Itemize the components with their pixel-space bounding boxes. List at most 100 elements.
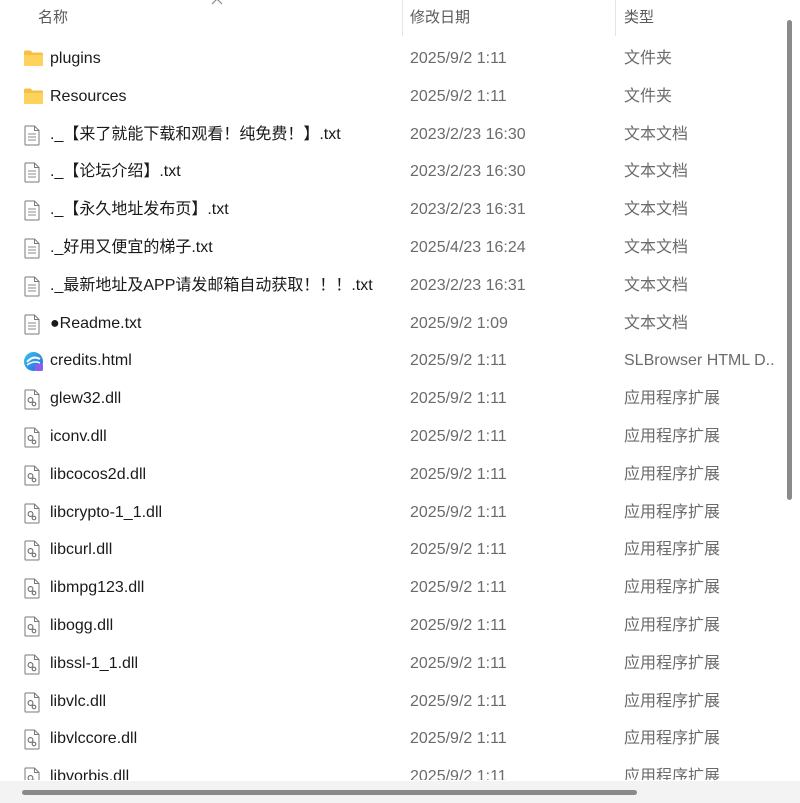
- file-type: 文本文档: [624, 201, 689, 219]
- column-divider[interactable]: [615, 0, 616, 36]
- file-name: libvlccore.dll: [50, 730, 138, 748]
- file-modified-date: 2025/9/2 1:11: [410, 768, 507, 780]
- file-name: ._【论坛介绍】.txt: [50, 163, 181, 181]
- file-row[interactable]: plugins 2025/9/2 1:11 文件夹: [0, 40, 778, 78]
- file-type: 应用程序扩展: [624, 465, 721, 483]
- file-modified-date: 2025/9/2 1:11: [410, 503, 507, 521]
- file-name: libvorbis.dll: [50, 768, 130, 780]
- text-file-icon: [23, 276, 43, 297]
- file-row[interactable]: libcurl.dll 2025/9/2 1:11 应用程序扩展: [0, 531, 778, 569]
- file-row[interactable]: ._【来了就能下载和观看！纯免费！】.txt 2023/2/23 16:30 文本文…: [0, 116, 778, 154]
- file-type: 应用程序扩展: [624, 428, 721, 445]
- file-modified-date: 2025/9/2 1:11: [410, 465, 507, 483]
- file-name: iconv.dll: [50, 428, 107, 445]
- file-row[interactable]: Resources 2025/9/2 1:11 文件夹: [0, 78, 778, 116]
- file-row[interactable]: libcocos2d.dll 2025/9/2 1:11 应用程序扩展: [0, 456, 778, 494]
- file-type: 文本文档: [624, 125, 689, 143]
- dll-file-icon: [23, 427, 43, 448]
- column-header-name[interactable]: 名称: [38, 0, 398, 36]
- file-name: glew32.dll: [50, 390, 122, 408]
- text-file-icon: [23, 238, 43, 259]
- dll-file-icon: [23, 465, 43, 486]
- file-modified-date: 2025/9/2 1:11: [410, 692, 507, 710]
- file-type: 应用程序扩展: [624, 692, 721, 710]
- dll-file-icon: [23, 540, 43, 561]
- file-type: 应用程序扩展: [624, 654, 721, 672]
- file-name: plugins: [50, 50, 101, 67]
- file-name: ●Readme.txt: [50, 314, 142, 332]
- file-row[interactable]: ._最新地址及APP请发邮箱自动获取！！！.txt 2023/2/23 16:31…: [0, 267, 778, 305]
- text-file-icon: [23, 200, 43, 221]
- file-row[interactable]: libogg.dll 2025/9/2 1:11 应用程序扩展: [0, 607, 778, 645]
- dll-file-icon: [23, 654, 43, 675]
- file-name: ._好用又便宜的梯子.txt: [50, 239, 213, 256]
- file-name: credits.html: [50, 352, 132, 370]
- column-divider[interactable]: [402, 0, 403, 36]
- file-name: ._【来了就能下载和观看！纯免费！】.txt: [50, 125, 341, 143]
- file-explorer-list: 名称 修改日期 类型 plugins 2025/9/2 1:11 文件夹 Resour…: [0, 0, 800, 803]
- horizontal-scrollbar-thumb[interactable]: [22, 790, 637, 795]
- file-modified-date: 2025/9/2 1:11: [410, 654, 507, 672]
- folder-icon: [23, 87, 43, 107]
- file-modified-date: 2025/9/2 1:11: [410, 617, 507, 634]
- file-name: libcrypto-1_1.dll: [50, 503, 163, 521]
- file-name: libogg.dll: [50, 617, 114, 634]
- file-type: 文本文档: [624, 239, 689, 256]
- file-row[interactable]: credits.html 2025/9/2 1:11 SLBrowser HTML …: [0, 342, 778, 380]
- dll-file-icon: [23, 389, 43, 410]
- file-type: 文本文档: [624, 314, 689, 332]
- column-header-date[interactable]: 修改日期: [410, 0, 610, 36]
- dll-file-icon: [23, 692, 43, 713]
- file-row[interactable]: libvorbis.dll 2025/9/2 1:11 应用程序扩展: [0, 758, 778, 780]
- file-type: 应用程序扩展: [624, 730, 721, 748]
- dll-file-icon: [23, 578, 43, 599]
- file-type: 应用程序扩展: [624, 541, 721, 559]
- column-header-type[interactable]: 类型: [624, 0, 774, 36]
- file-row[interactable]: libssl-1_1.dll 2025/9/2 1:11 应用程序扩展: [0, 645, 778, 683]
- file-modified-date: 2025/9/2 1:11: [410, 541, 507, 559]
- file-name: libmpg123.dll: [50, 579, 145, 597]
- file-type: 文本文档: [624, 276, 689, 294]
- browser-html-icon: [23, 351, 43, 372]
- dll-file-icon: [23, 729, 43, 750]
- file-modified-date: 2025/9/2 1:11: [410, 390, 507, 408]
- dll-file-icon: [23, 616, 43, 637]
- file-name: libssl-1_1.dll: [50, 654, 139, 672]
- file-type: 应用程序扩展: [624, 503, 721, 521]
- file-name: Resources: [50, 87, 127, 105]
- dll-file-icon: [23, 503, 43, 524]
- file-row[interactable]: libmpg123.dll 2025/9/2 1:11 应用程序扩展: [0, 569, 778, 607]
- text-file-icon: [23, 125, 43, 146]
- file-modified-date: 2023/2/23 16:30: [410, 163, 526, 181]
- file-modified-date: 2025/9/2 1:11: [410, 730, 507, 748]
- file-modified-date: 2025/9/2 1:11: [410, 579, 507, 597]
- vertical-scrollbar-thumb[interactable]: [787, 20, 792, 500]
- file-row[interactable]: libcrypto-1_1.dll 2025/9/2 1:11 应用程序扩展: [0, 494, 778, 532]
- file-row[interactable]: ._【论坛介绍】.txt 2023/2/23 16:30 文本文档: [0, 153, 778, 191]
- dll-file-icon: [23, 767, 43, 780]
- file-modified-date: 2025/9/2 1:11: [410, 428, 507, 445]
- file-name: libvlc.dll: [50, 692, 107, 710]
- file-list: plugins 2025/9/2 1:11 文件夹 Resources 2025/9/2…: [0, 40, 778, 780]
- file-modified-date: 2025/9/2 1:09: [410, 314, 508, 332]
- file-modified-date: 2025/9/2 1:11: [410, 352, 507, 370]
- file-row[interactable]: iconv.dll 2025/9/2 1:11 应用程序扩展: [0, 418, 778, 456]
- text-file-icon: [23, 162, 43, 183]
- file-type: 应用程序扩展: [624, 390, 721, 408]
- file-row[interactable]: glew32.dll 2025/9/2 1:11 应用程序扩展: [0, 380, 778, 418]
- file-type: 应用程序扩展: [624, 579, 721, 597]
- text-file-icon: [23, 314, 43, 335]
- file-row[interactable]: ._【永久地址发布页】.txt 2023/2/23 16:31 文本文档: [0, 191, 778, 229]
- file-name: ._最新地址及APP请发邮箱自动获取！！！.txt: [50, 276, 373, 294]
- file-row[interactable]: ●Readme.txt 2025/9/2 1:09 文本文档: [0, 305, 778, 343]
- file-modified-date: 2023/2/23 16:31: [410, 276, 526, 294]
- file-row[interactable]: libvlccore.dll 2025/9/2 1:11 应用程序扩展: [0, 720, 778, 758]
- file-modified-date: 2025/9/2 1:11: [410, 50, 507, 67]
- file-row[interactable]: libvlc.dll 2025/9/2 1:11 应用程序扩展: [0, 683, 778, 721]
- file-name: libcurl.dll: [50, 541, 113, 559]
- folder-icon: [23, 49, 43, 69]
- file-type: 应用程序扩展: [624, 768, 721, 780]
- file-row[interactable]: ._好用又便宜的梯子.txt 2025/4/23 16:24 文本文档: [0, 229, 778, 267]
- file-modified-date: 2023/2/23 16:30: [410, 125, 526, 143]
- column-header-bar: 名称 修改日期 类型: [0, 0, 778, 36]
